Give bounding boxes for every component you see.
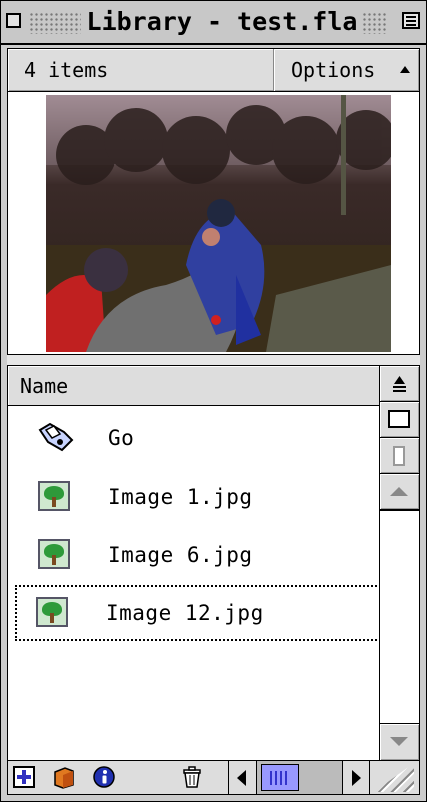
bottom-toolbar xyxy=(7,760,420,795)
vertical-scrollbar[interactable] xyxy=(379,366,419,760)
column-header-name[interactable]: Name xyxy=(8,366,379,406)
bitmap-icon xyxy=(38,539,70,569)
list-item[interactable]: Go xyxy=(18,414,379,462)
item-name: Image 6.jpg xyxy=(108,543,253,567)
scroll-right-button[interactable] xyxy=(342,761,370,794)
new-folder-icon[interactable] xyxy=(52,765,76,789)
button-symbol-icon xyxy=(38,422,74,452)
wide-state-button[interactable] xyxy=(380,402,419,438)
library-window: Library - test.fla 4 items Options Name … xyxy=(0,0,427,802)
narrow-state-button[interactable] xyxy=(380,438,419,474)
title-grip-right xyxy=(362,12,386,34)
bitmap-icon xyxy=(36,597,68,627)
scroll-left-button[interactable] xyxy=(228,761,256,794)
wide-view-icon xyxy=(388,410,410,428)
scroll-down-icon xyxy=(390,737,408,746)
scroll-up-icon xyxy=(390,487,408,496)
item-name: Image 12.jpg xyxy=(106,601,264,625)
list-item[interactable]: Image 6.jpg xyxy=(18,531,379,579)
title-bar[interactable]: Library - test.fla xyxy=(1,1,426,45)
vertical-scroll-track[interactable] xyxy=(380,510,419,724)
new-symbol-icon[interactable] xyxy=(12,765,36,789)
panel-menu-icon[interactable] xyxy=(402,12,420,29)
bitmap-icon xyxy=(38,481,70,511)
preview-image xyxy=(46,95,391,352)
delete-icon[interactable] xyxy=(180,765,204,789)
library-list: Name Go Image 1.jpg Image 6.jpg Image 12… xyxy=(7,366,420,760)
options-arrow-icon[interactable] xyxy=(400,66,410,73)
properties-icon[interactable] xyxy=(92,765,116,789)
options-menu[interactable]: Options xyxy=(291,49,375,91)
pane-divider[interactable] xyxy=(7,354,420,366)
list-item-selected[interactable]: Image 12.jpg xyxy=(15,585,381,641)
close-box[interactable] xyxy=(6,13,21,28)
item-name: Go xyxy=(108,426,135,450)
scroll-up-button[interactable] xyxy=(380,474,419,510)
horizontal-scroll-thumb[interactable] xyxy=(261,764,299,791)
library-header: 4 items Options xyxy=(7,48,420,92)
item-count: 4 items xyxy=(24,58,109,82)
sort-order-button[interactable] xyxy=(380,366,419,402)
sort-icon xyxy=(393,376,406,392)
horizontal-scroll-track[interactable] xyxy=(256,761,342,794)
window-title: Library - test.fla xyxy=(86,4,358,40)
resize-grip-icon[interactable] xyxy=(374,763,414,792)
title-grip-left xyxy=(29,12,81,34)
narrow-view-icon xyxy=(393,446,405,466)
list-item[interactable]: Image 1.jpg xyxy=(18,473,379,521)
item-name: Image 1.jpg xyxy=(108,485,253,509)
preview-pane xyxy=(7,92,420,354)
scroll-down-button[interactable] xyxy=(380,724,419,760)
